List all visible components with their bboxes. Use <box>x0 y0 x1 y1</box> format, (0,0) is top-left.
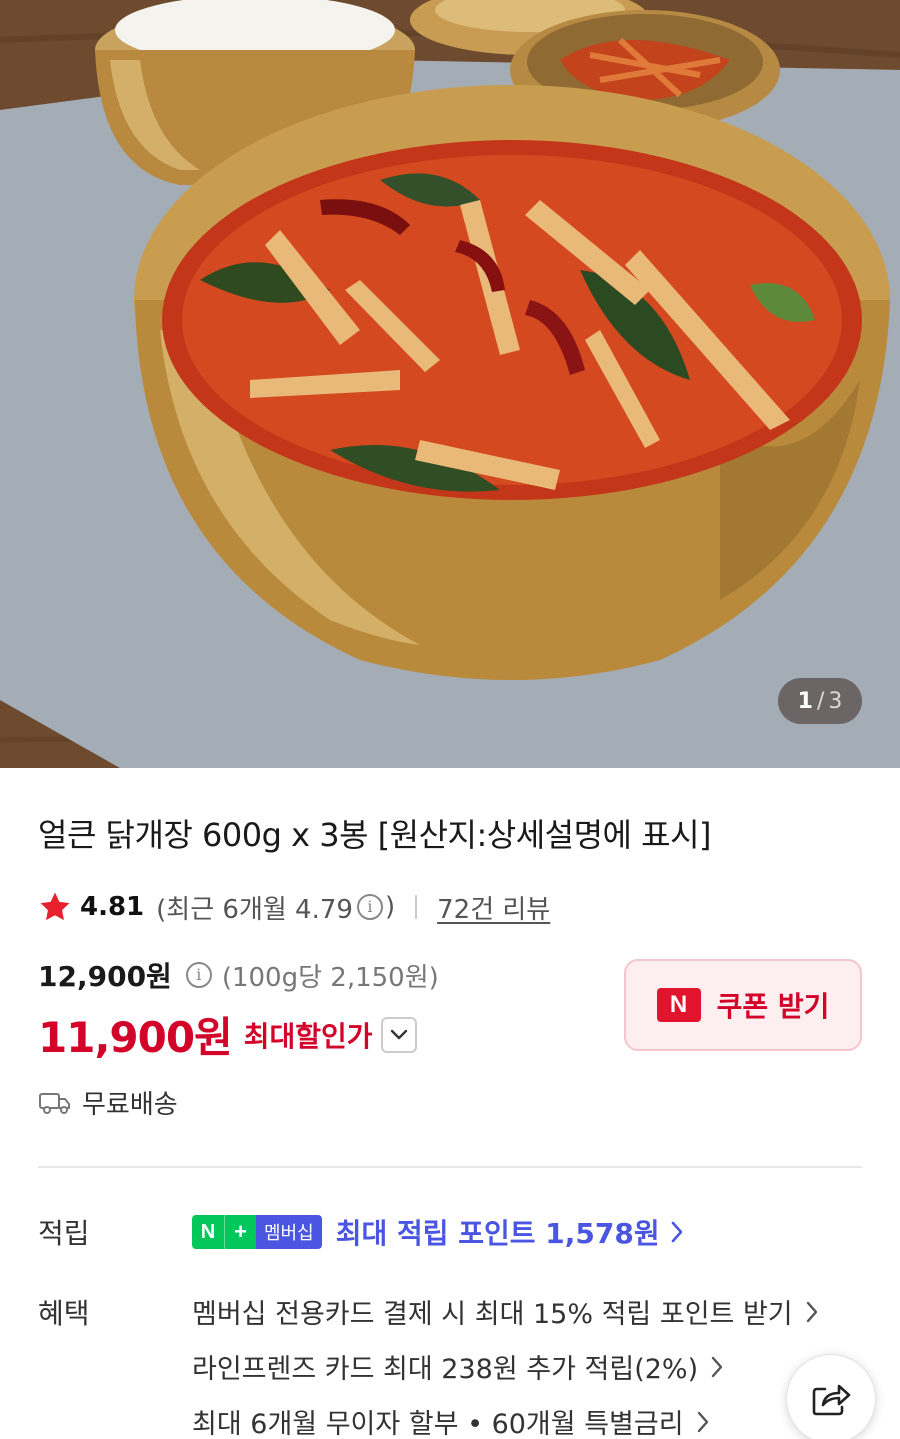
chevron-right-icon <box>711 1356 723 1377</box>
share-icon <box>812 1384 851 1416</box>
chevron-right-icon <box>806 1301 817 1322</box>
naver-plus-membership-badge: N + 멤버십 <box>192 1215 322 1249</box>
star-icon <box>40 892 70 921</box>
product-image[interactable]: 1 / 3 <box>0 0 900 768</box>
rating-recent-text: (최근 6개월 4.79 <box>156 894 353 925</box>
review-link[interactable]: 72건 리뷰 <box>437 889 550 926</box>
unit-price: (100g당 2,150원) <box>221 962 439 993</box>
pager-current: 1 <box>797 688 813 714</box>
chevron-down-icon <box>390 1029 407 1039</box>
info-icon[interactable]: i <box>356 894 383 920</box>
section-divider <box>38 1166 862 1168</box>
rating-score: 4.81 <box>80 892 145 922</box>
pager-total: 3 <box>828 688 843 714</box>
original-price-row: 12,900원 i (100g당 2,150원) <box>38 955 439 995</box>
points-label: 적립 <box>38 1217 90 1250</box>
chevron-right-icon <box>671 1221 682 1243</box>
rating-row: 4.81 (최근 6개월 4.79 i ) 72건 리뷰 <box>38 885 550 929</box>
sale-label: 최대할인가 <box>243 1019 373 1053</box>
product-title: 얼큰 닭개장 600g x 3봉 [원산지:상세설명에 표시] <box>38 816 712 854</box>
shipping-row: 무료배송 <box>38 1084 178 1121</box>
rating-recent: (최근 6개월 4.79 i ) <box>156 889 395 926</box>
share-button[interactable] <box>786 1354 876 1439</box>
chevron-right-icon <box>697 1411 708 1432</box>
benefits-label: 혜택 <box>38 1297 90 1330</box>
badge-n: N <box>192 1215 224 1249</box>
benefit-text: 라인프렌즈 카드 최대 238원 추가 적립(2%) <box>192 1354 699 1385</box>
badge-membership: 멤버십 <box>256 1215 322 1249</box>
sale-price: 11,900원 <box>38 1013 233 1062</box>
max-points-text: 최대 적립 포인트 1,578원 <box>335 1217 660 1250</box>
product-photo <box>0 0 900 768</box>
badge-plus: + <box>224 1215 256 1249</box>
divider <box>415 895 418 919</box>
sale-price-row: 11,900원 최대할인가 <box>38 1004 417 1065</box>
benefit-item-card-points[interactable]: 멤버십 전용카드 결제 시 최대 15% 적립 포인트 받기 <box>192 1292 819 1331</box>
original-price: 12,900원 <box>38 960 172 993</box>
coupon-label: 쿠폰 받기 <box>716 990 830 1023</box>
price-info-icon[interactable]: i <box>185 962 212 988</box>
points-row[interactable]: N + 멤버십 최대 적립 포인트 1,578원 <box>192 1210 684 1254</box>
benefit-item-installment[interactable]: 최대 6개월 무이자 할부 • 60개월 특별금리 <box>192 1402 710 1439</box>
benefit-item-linefriends-card[interactable]: 라인프렌즈 카드 최대 238원 추가 적립(2%) <box>192 1347 724 1386</box>
coupon-button[interactable]: N 쿠폰 받기 <box>624 959 862 1051</box>
truck-icon <box>39 1092 70 1114</box>
pager-separator: / <box>816 688 825 714</box>
shipping-label: 무료배송 <box>82 1090 178 1120</box>
rating-recent-close: ) <box>384 892 396 922</box>
benefit-text: 멤버십 전용카드 결제 시 최대 15% 적립 포인트 받기 <box>192 1299 793 1330</box>
benefit-text: 최대 6개월 무이자 할부 • 60개월 특별금리 <box>192 1409 684 1439</box>
naver-n-icon: N <box>656 988 701 1022</box>
price-detail-toggle[interactable] <box>380 1016 417 1053</box>
gallery-pager: 1 / 3 <box>778 678 862 724</box>
